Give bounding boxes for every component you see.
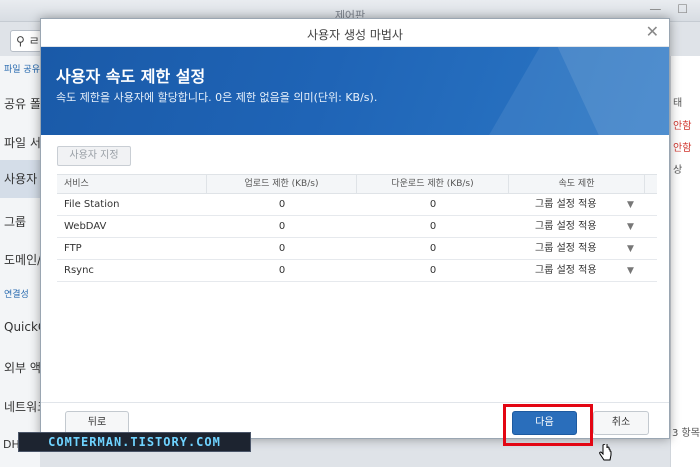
background-sidebar: 파일 공유 공유 폴 파일 서 사용자 그룹 도메인/ 연결성 QuickC 외…: [0, 56, 48, 467]
dialog-footer-divider: [41, 402, 669, 403]
chevron-down-icon[interactable]: ▼: [627, 216, 634, 238]
sidebar-item-file-services[interactable]: 파일 서: [4, 134, 41, 151]
sidebar-item-group[interactable]: 그룹: [4, 213, 26, 230]
cancel-button[interactable]: 취소: [593, 411, 649, 435]
list-status-cell: 상: [673, 165, 683, 176]
sidebar-item-user[interactable]: 사용자: [0, 160, 40, 198]
service-cell: WebDAV: [64, 221, 107, 232]
table-row[interactable]: FTP 0 0 그룹 설정 적용 ▼: [57, 238, 657, 260]
download-cell[interactable]: 0: [357, 260, 509, 282]
background-window-buttons[interactable]: — ☐: [649, 2, 694, 16]
speed-limit-select[interactable]: 그룹 설정 적용: [535, 194, 625, 216]
table-row[interactable]: File Station 0 0 그룹 설정 적용 ▼: [57, 194, 657, 216]
download-cell[interactable]: 0: [357, 194, 509, 216]
speed-limit-select[interactable]: 그룹 설정 적용: [535, 260, 625, 282]
custom-button[interactable]: 사용자 지정: [57, 146, 131, 166]
hand-cursor-icon: [599, 444, 612, 461]
dialog-title-bar: 사용자 생성 마법사 ✕: [41, 19, 669, 47]
next-button[interactable]: 다음: [512, 411, 577, 435]
list-status-cell: 안함: [673, 143, 692, 154]
upload-cell[interactable]: 0: [207, 260, 357, 282]
upload-cell[interactable]: 0: [207, 216, 357, 238]
wizard-banner: 사용자 속도 제한 설정 속도 제한을 사용자에 할당합니다. 0은 제한 없음…: [41, 47, 669, 135]
service-cell: File Station: [64, 199, 120, 210]
table-row[interactable]: WebDAV 0 0 그룹 설정 적용 ▼: [57, 216, 657, 238]
watermark: COMTERMAN.TISTORY.COM: [18, 432, 251, 452]
list-status-cell: 안함: [673, 121, 692, 132]
download-cell[interactable]: 0: [357, 238, 509, 260]
download-cell[interactable]: 0: [357, 216, 509, 238]
background-search-field[interactable]: ⚲ ㄹ: [10, 30, 42, 52]
upload-cell[interactable]: 0: [207, 194, 357, 216]
service-cell: Rsync: [64, 265, 94, 276]
speed-limit-select[interactable]: 그룹 설정 적용: [535, 216, 625, 238]
user-creation-wizard-dialog: 사용자 생성 마법사 ✕ 사용자 속도 제한 설정 속도 제한을 사용자에 할당…: [40, 18, 670, 461]
wizard-step-description: 속도 제한을 사용자에 할당합니다. 0은 제한 없음을 의미(단위: KB/s…: [56, 91, 378, 104]
table-header: 서비스 업로드 제한 (KB/s) 다운로드 제한 (KB/s) 속도 제한: [57, 174, 657, 194]
background-user-list: 태 안함 안함 상: [670, 56, 700, 467]
chevron-down-icon[interactable]: ▼: [627, 194, 634, 216]
column-header-service[interactable]: 서비스: [57, 175, 207, 193]
search-prefix: ㄹ: [28, 34, 40, 48]
close-icon[interactable]: ✕: [646, 22, 659, 41]
service-cell: FTP: [64, 243, 82, 254]
item-count: 3 항목: [672, 428, 700, 439]
speed-limit-select[interactable]: 그룹 설정 적용: [535, 238, 625, 260]
list-header-cell: 태: [673, 98, 683, 109]
column-header-upload[interactable]: 업로드 제한 (KB/s): [207, 175, 357, 193]
sidebar-item-domain[interactable]: 도메인/: [4, 251, 41, 268]
column-header-download[interactable]: 다운로드 제한 (KB/s): [357, 175, 509, 193]
table-row[interactable]: Rsync 0 0 그룹 설정 적용 ▼: [57, 260, 657, 282]
sidebar-item-shared-folder[interactable]: 공유 폴: [4, 95, 41, 112]
speed-limit-table: 서비스 업로드 제한 (KB/s) 다운로드 제한 (KB/s) 속도 제한 F…: [57, 174, 657, 282]
upload-cell[interactable]: 0: [207, 238, 357, 260]
sidebar-item-external-access[interactable]: 외부 액: [4, 359, 41, 376]
wizard-step-heading: 사용자 속도 제한 설정: [56, 67, 206, 86]
sidebar-section-connectivity: 연결성: [4, 290, 29, 300]
search-icon: ⚲: [16, 34, 25, 48]
chevron-down-icon[interactable]: ▼: [627, 260, 634, 282]
column-header-speed-limit[interactable]: 속도 제한: [509, 175, 645, 193]
sidebar-section-file-sharing: 파일 공유: [4, 65, 40, 75]
dialog-title: 사용자 생성 마법사: [307, 28, 403, 42]
chevron-down-icon[interactable]: ▼: [627, 238, 634, 260]
